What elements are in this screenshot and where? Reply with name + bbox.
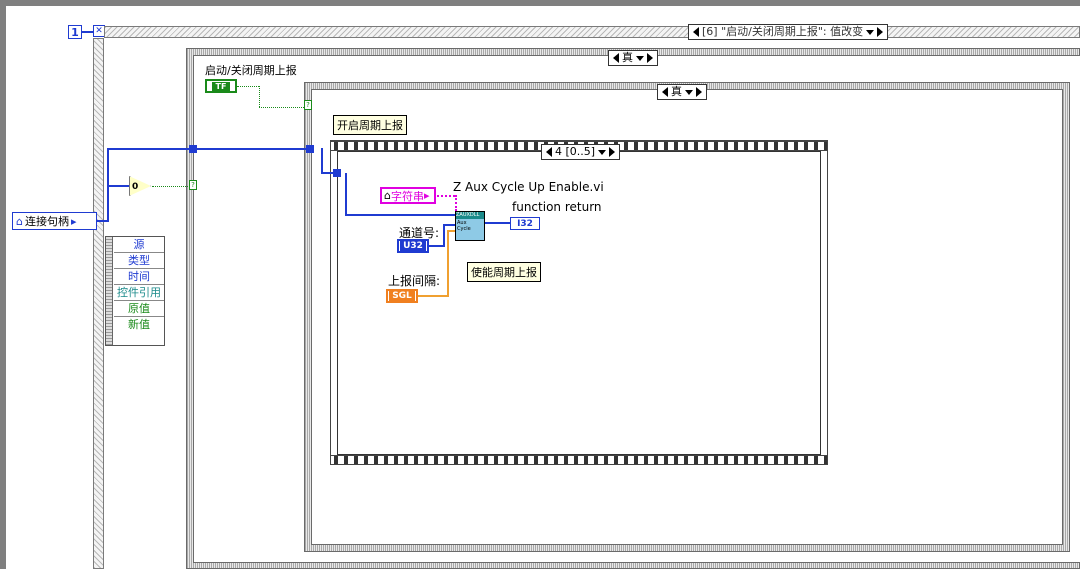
next-case-icon[interactable] (877, 27, 884, 37)
wire-bool-outer (152, 186, 190, 187)
event-structure-left (93, 38, 104, 569)
event-field-ctrlref[interactable]: 控件引用 (114, 285, 164, 301)
wire-interval-3 (447, 230, 455, 232)
seq-next-icon[interactable] (609, 147, 616, 157)
event-case-selector[interactable]: [6] "启动/关闭周期上报": 值改变 (688, 24, 889, 40)
not-equal-zero-node[interactable]: 0 (129, 176, 151, 196)
comment-open-cycle: 开启周期上报 (333, 115, 407, 135)
interval-label: 上报间隔: (388, 274, 441, 288)
seq-prev-icon[interactable] (546, 147, 552, 157)
wire-to-compare (107, 185, 129, 187)
return-terminal-text: I32 (517, 218, 533, 229)
outer-case-selector[interactable]: 真 (608, 50, 658, 66)
connection-handle-control[interactable]: ⌂ 连接句柄 ▸ (12, 212, 97, 230)
tunnel-inner (306, 145, 314, 153)
seq-wire (82, 31, 93, 33)
event-data-node[interactable]: 源 类型 时间 控件引用 原值 新值 (105, 236, 165, 346)
connection-handle-label: 连接句柄 (24, 215, 69, 228)
comment-enable-cycle: 使能周期上报 (467, 262, 541, 282)
zero-const-label: 0 (132, 182, 139, 192)
wire-inner-drop (321, 148, 323, 174)
toggle-label: 启动/关闭周期上报 (205, 64, 297, 77)
subvi-name: Z Aux Cycle Up Enable.vi (453, 180, 604, 194)
outer-prev-icon[interactable] (613, 53, 619, 63)
event-field-newval[interactable]: 新值 (114, 317, 164, 332)
seq-dropdown-icon[interactable] (598, 149, 607, 155)
interval-terminal[interactable]: SGL (386, 289, 418, 303)
inner-next-icon[interactable] (696, 87, 702, 97)
tunnel-outer (189, 145, 197, 153)
selector-terminal-outer: ? (189, 180, 197, 190)
wire-string-down (455, 195, 457, 211)
subvi-icon-banner: ZAUXDLL (456, 212, 484, 219)
wire-interval-1 (418, 295, 449, 297)
event-structure-top (104, 26, 1080, 38)
output-arrow-icon: ▸ (70, 214, 77, 228)
window-left-border (0, 0, 6, 569)
outer-next-icon[interactable] (647, 53, 653, 63)
string-constant[interactable]: ⌂ 字符串 ▸ (380, 187, 436, 204)
sequence-index-box[interactable]: 1 (68, 25, 82, 39)
outer-dropdown-icon[interactable] (636, 55, 644, 61)
event-field-time[interactable]: 时间 (114, 269, 164, 285)
wire-seq-to-subvi (345, 214, 455, 216)
inner-prev-icon[interactable] (662, 87, 668, 97)
dropdown-icon[interactable] (866, 29, 875, 35)
string-const-label: 字符串 (390, 189, 424, 203)
event-case-label: [6] "启动/关闭周期上报": 值改变 (702, 25, 864, 38)
wire-return (485, 222, 510, 224)
inner-case-selector[interactable]: 真 (657, 84, 707, 100)
toggle-terminal[interactable]: TF (205, 79, 237, 93)
channel-terminal[interactable]: U32 (397, 239, 429, 253)
toggle-terminal-text: TF (211, 81, 231, 91)
wire-interval-2 (447, 230, 449, 297)
event-field-type[interactable]: 类型 (114, 253, 164, 269)
string-arrow-icon: ▸ (423, 189, 430, 202)
prev-case-icon[interactable] (693, 27, 699, 37)
inner-case-label: 真 (671, 85, 682, 98)
wire-bool-2 (259, 86, 260, 107)
string-home-icon: ⌂ (384, 189, 391, 202)
wire-seq-down (345, 173, 347, 216)
wire-channel-2 (443, 224, 445, 247)
event-data-handle (106, 237, 113, 345)
sequence-film-bottom (331, 455, 827, 465)
event-field-source[interactable]: 源 (114, 237, 164, 253)
channel-terminal-text: U32 (400, 241, 426, 251)
return-terminal[interactable]: I32 (510, 217, 540, 230)
selector-terminal-inner: ? (304, 100, 312, 110)
home-icon: ⌂ (16, 214, 23, 228)
event-field-oldval[interactable]: 原值 (114, 301, 164, 317)
wire-bool-1 (237, 86, 259, 87)
subvi-icon[interactable]: ZAUXDLL Aux Cycle (455, 211, 485, 241)
interval-terminal-text: SGL (389, 291, 415, 301)
wire-bool-3 (259, 107, 306, 108)
subvi-icon-text: Aux Cycle (457, 220, 471, 232)
wire-channel-3 (443, 224, 455, 226)
wire-channel-1 (429, 245, 444, 247)
return-label: function return (512, 200, 602, 214)
window-top-border (0, 0, 1080, 6)
inner-dropdown-icon[interactable] (685, 89, 693, 95)
outer-case-label: 真 (622, 51, 633, 64)
wire-string (437, 195, 455, 197)
sequence-selector[interactable]: 4 [0..5] (541, 144, 621, 160)
tunnel-seq (333, 169, 341, 177)
wire-handle-to-case (107, 148, 307, 150)
sequence-label: 4 [0..5] (555, 145, 596, 158)
